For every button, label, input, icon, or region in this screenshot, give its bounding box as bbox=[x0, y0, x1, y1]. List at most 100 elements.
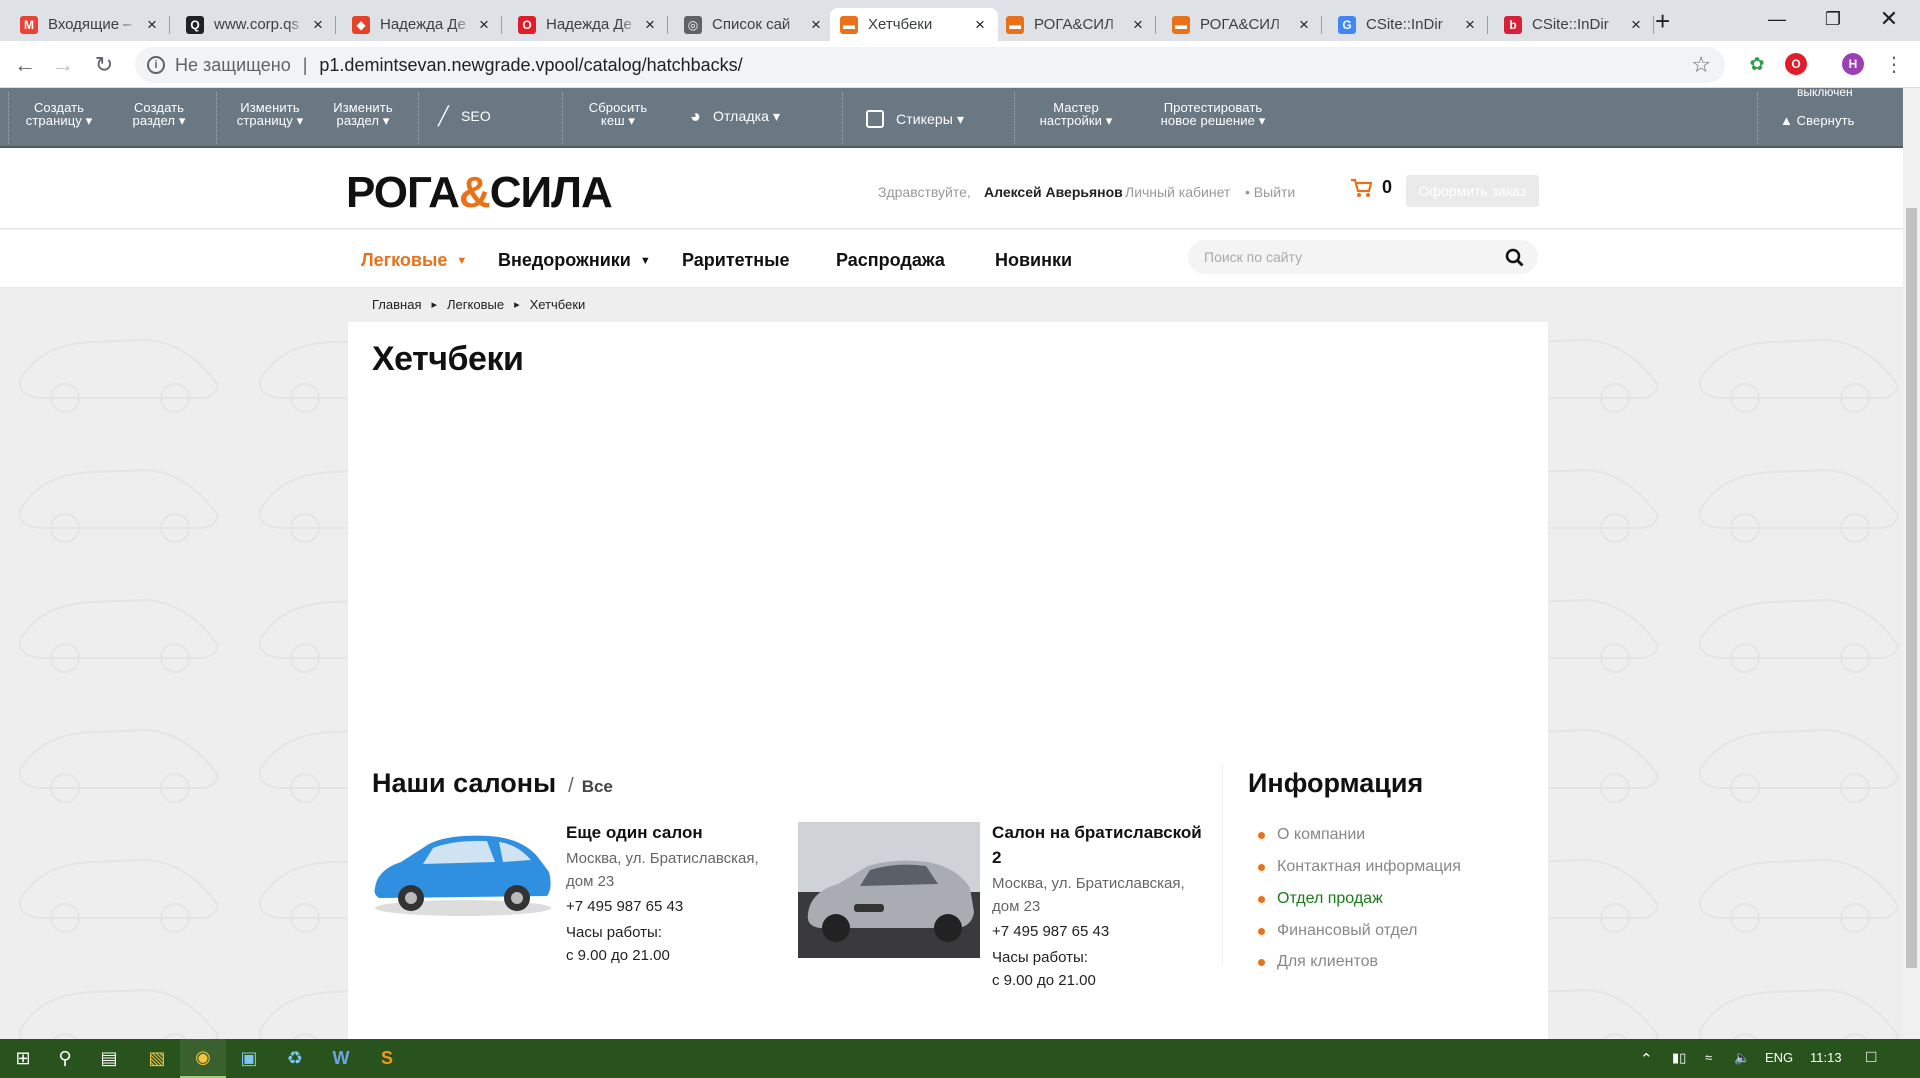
task-view-icon[interactable]: ▤ bbox=[86, 1039, 132, 1078]
globe-icon: ◎ bbox=[684, 15, 702, 34]
search-icon[interactable]: ⚲ bbox=[42, 1039, 88, 1078]
debug-button[interactable]: ◕ Отладка ▾ bbox=[690, 106, 780, 126]
close-tab-icon[interactable]: × bbox=[1628, 15, 1644, 35]
browser-tab[interactable]: ▬ РОГА&СИЛ × bbox=[996, 8, 1156, 41]
close-tab-icon[interactable]: × bbox=[144, 15, 160, 35]
nav-item[interactable]: Раритетные bbox=[682, 250, 790, 271]
close-tab-icon[interactable]: × bbox=[808, 15, 824, 35]
browser-tab[interactable]: ▬ РОГА&СИЛ × bbox=[1162, 8, 1322, 41]
profile-avatar[interactable]: Н bbox=[1842, 53, 1864, 75]
search-icon[interactable] bbox=[1505, 248, 1524, 267]
stickers-button[interactable]: Стикеры ▾ bbox=[866, 110, 964, 128]
nav-item[interactable]: Внедорожники ▼ bbox=[498, 250, 651, 271]
close-tab-icon[interactable]: × bbox=[972, 15, 988, 35]
sublime-icon[interactable]: S bbox=[364, 1039, 410, 1078]
gauge-icon: ◕ bbox=[690, 106, 701, 126]
scrollbar-thumb[interactable] bbox=[1906, 208, 1917, 968]
opera-extension-icon[interactable]: O bbox=[1785, 53, 1807, 75]
close-tab-icon[interactable]: × bbox=[1296, 15, 1312, 35]
info-icon[interactable]: i bbox=[147, 56, 165, 74]
windows-start-icon[interactable]: ⊞ bbox=[0, 1039, 46, 1078]
logout-link[interactable]: • Выйти bbox=[1245, 184, 1295, 200]
reload-icon[interactable]: ↻ bbox=[89, 50, 119, 80]
column-divider bbox=[1222, 765, 1223, 965]
wifi-icon[interactable]: ≈ bbox=[1705, 1050, 1712, 1065]
test-solution-button[interactable]: Протестировать новое решение ▾ bbox=[1150, 101, 1276, 127]
info-link[interactable]: Контактная информация bbox=[1258, 858, 1461, 876]
car-icon: ▬ bbox=[1172, 15, 1190, 34]
page-scrollbar[interactable] bbox=[1903, 88, 1920, 1039]
browser-tab[interactable]: b CSite::InDir × bbox=[1494, 8, 1654, 41]
edit-page-button[interactable]: Изменить страницу ▾ bbox=[228, 101, 312, 127]
file-explorer-icon[interactable]: ▧ bbox=[134, 1039, 180, 1078]
cart-icon bbox=[1351, 178, 1372, 197]
info-link[interactable]: Для клиентов bbox=[1258, 953, 1378, 971]
browser-tab[interactable]: ▬ Хетчбеки × bbox=[830, 8, 998, 41]
cabinet-link[interactable]: Личный кабинет bbox=[1125, 184, 1230, 200]
tab-title: РОГА&СИЛ bbox=[1034, 16, 1114, 33]
bullet-icon bbox=[1258, 863, 1265, 871]
salon-1-image[interactable] bbox=[371, 822, 555, 922]
search-input[interactable]: Поиск по сайту bbox=[1188, 240, 1538, 274]
language-indicator[interactable]: ENG bbox=[1765, 1050, 1793, 1065]
tray-chevron-icon[interactable]: ⌃ bbox=[1640, 1050, 1653, 1068]
close-tab-icon[interactable]: × bbox=[642, 15, 658, 35]
browser-tab[interactable]: M Входящие – × bbox=[10, 8, 170, 41]
reset-cache-button[interactable]: Сбросить кеш ▾ bbox=[578, 101, 658, 127]
breadcrumb-home[interactable]: Главная bbox=[372, 297, 421, 312]
bookmark-star-icon[interactable]: ☆ bbox=[1691, 52, 1711, 78]
minimize-window-button[interactable]: — bbox=[1754, 0, 1800, 38]
salon-name[interactable]: Еще один салон bbox=[566, 820, 781, 845]
breadcrumb: Главная ▸ Легковые ▸ Хетчбеки bbox=[372, 297, 586, 312]
close-tab-icon[interactable]: × bbox=[1130, 15, 1146, 35]
all-salons-link[interactable]: Все bbox=[582, 777, 613, 797]
checkout-button[interactable]: Оформить заказ bbox=[1406, 175, 1539, 207]
not-secure-label[interactable]: Не защищено bbox=[175, 55, 291, 76]
volume-icon[interactable]: 🔈 bbox=[1734, 1050, 1750, 1066]
address-bar[interactable]: i Не защищено | p1.demintsevan.newgrade.… bbox=[135, 47, 1725, 83]
nav-item[interactable]: Распродажа bbox=[836, 250, 945, 271]
info-link[interactable]: Финансовый отдел bbox=[1258, 922, 1418, 940]
back-icon[interactable]: ← bbox=[10, 50, 40, 80]
notifications-icon[interactable]: □ bbox=[1866, 1047, 1876, 1067]
close-tab-icon[interactable]: × bbox=[476, 15, 492, 35]
collapse-panel-button[interactable]: ▲ Свернуть bbox=[1780, 114, 1855, 127]
browser-tab[interactable]: ◆ Надежда Де × bbox=[342, 8, 502, 41]
maximize-window-button[interactable]: ❐ bbox=[1810, 0, 1856, 38]
close-tab-icon[interactable]: × bbox=[1462, 15, 1478, 35]
site-logo[interactable]: РОГА&СИЛА bbox=[346, 168, 613, 218]
menu-kebab-icon[interactable]: ⋮ bbox=[1879, 49, 1909, 79]
chart-icon: ╱ bbox=[438, 106, 449, 126]
nav-item[interactable]: Новинки bbox=[995, 250, 1072, 271]
remote-icon[interactable]: ▣ bbox=[226, 1039, 272, 1078]
create-page-button[interactable]: Создать страницу ▾ bbox=[24, 101, 94, 127]
salon-2-image[interactable] bbox=[798, 822, 980, 958]
browser-tab[interactable]: Qwww.corp.qs × bbox=[176, 8, 336, 41]
user-name[interactable]: Алексей Аверьянов bbox=[984, 184, 1123, 200]
salon-name[interactable]: Салон на братиславской 2 bbox=[992, 820, 1207, 870]
battery-icon[interactable]: ▮▯ bbox=[1672, 1050, 1686, 1066]
create-section-button[interactable]: Создать раздел ▾ bbox=[124, 101, 194, 127]
breadcrumb-cars[interactable]: Легковые bbox=[447, 297, 504, 312]
browser-tab[interactable]: G CSite::InDir × bbox=[1328, 8, 1488, 41]
close-tab-icon[interactable]: × bbox=[310, 15, 326, 35]
forward-icon[interactable]: → bbox=[48, 50, 78, 80]
clock[interactable]: 11:13 bbox=[1810, 1050, 1842, 1065]
network-app-icon[interactable]: ♻ bbox=[272, 1039, 318, 1078]
info-link[interactable]: Отдел продаж bbox=[1258, 890, 1383, 908]
browser-tab[interactable]: ◎ Список сай × bbox=[674, 8, 834, 41]
url-text[interactable]: p1.demintsevan.newgrade.vpool/catalog/ha… bbox=[319, 55, 742, 76]
cart-button[interactable]: 0 bbox=[1350, 177, 1392, 198]
wizard-button[interactable]: Мастер настройки ▾ bbox=[1030, 101, 1122, 127]
new-tab-button[interactable]: + bbox=[1655, 6, 1670, 37]
browser-tab[interactable]: O Надежда Де × bbox=[508, 8, 668, 41]
info-link[interactable]: О компании bbox=[1258, 826, 1365, 844]
chrome-taskbar-icon[interactable]: ◉ bbox=[180, 1039, 226, 1078]
extension-icon[interactable]: ✿ bbox=[1746, 53, 1768, 75]
word-icon[interactable]: W bbox=[318, 1039, 364, 1078]
nav-item[interactable]: Легковые ▼ bbox=[361, 250, 467, 271]
edit-section-button[interactable]: Изменить раздел ▾ bbox=[328, 101, 398, 127]
sticker-icon bbox=[866, 110, 884, 128]
seo-button[interactable]: ╱ SEO bbox=[438, 106, 491, 126]
close-window-button[interactable]: ✕ bbox=[1866, 0, 1912, 38]
